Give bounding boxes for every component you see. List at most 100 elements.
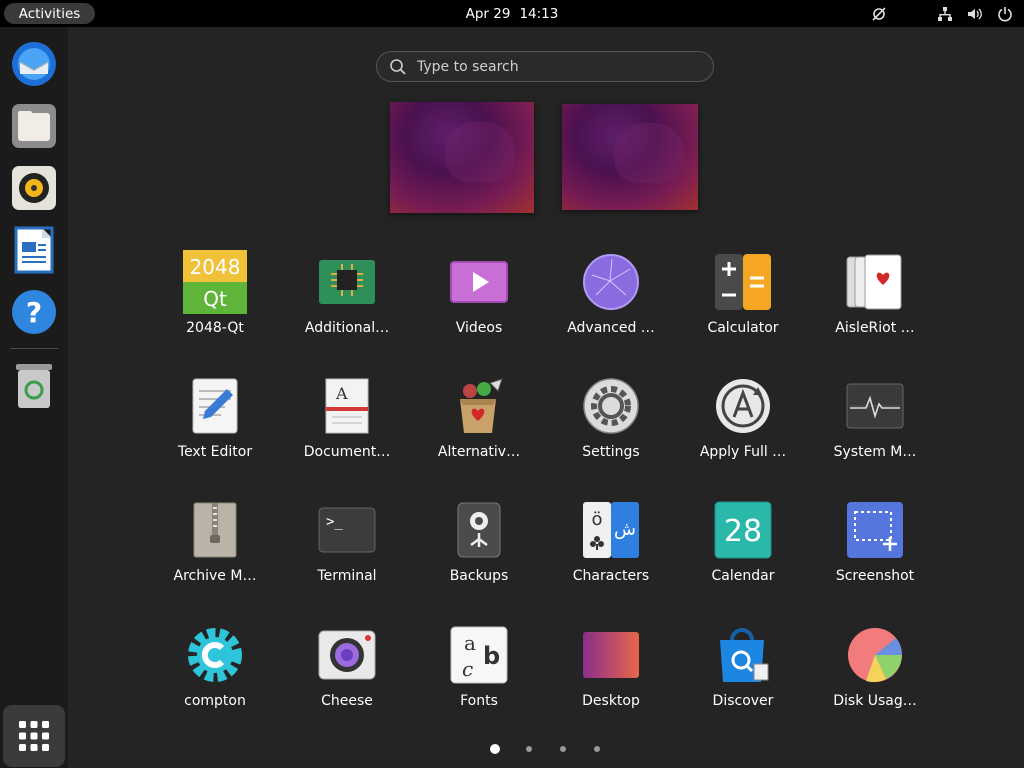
app-aisleriot[interactable]: AisleRiot … [813,250,937,360]
app-settings[interactable]: Settings [549,374,673,484]
2048-icon: 2048 Qt [183,250,247,314]
files-icon[interactable] [9,101,59,151]
show-apps-button[interactable] [3,705,65,767]
icon-calendar-day: 28 [724,514,762,549]
app-label: 2048-Qt [186,320,244,336]
search-bar[interactable] [376,51,714,82]
desktop-icon [579,623,643,687]
app-screenshot[interactable]: Screenshot [813,498,937,608]
app-2048-qt[interactable]: 2048 Qt 2048-Qt [153,250,277,360]
app-fonts[interactable]: a b c Fonts [417,623,541,733]
app-backups[interactable]: Backups [417,498,541,608]
app-label: Videos [455,320,503,336]
app-videos[interactable]: Videos [417,250,541,360]
app-additional-drivers[interactable]: Additional… [285,250,409,360]
characters-icon: ö ش [579,498,643,562]
volume-icon[interactable] [966,5,984,23]
app-label: Calendar [711,568,775,584]
settings-icon [579,374,643,438]
app-desktop[interactable]: Desktop [549,623,673,733]
page-indicator-2[interactable] [526,746,532,752]
app-calendar[interactable]: 28 Calendar [681,498,805,608]
app-label: Text Editor [177,444,253,460]
page-indicator-3[interactable] [560,746,566,752]
app-label: Characters [572,568,650,584]
trash-icon[interactable] [9,361,59,411]
app-label: Screenshot [835,568,915,584]
app-compton[interactable]: compton [153,623,277,733]
chip-icon [315,250,379,314]
app-text-editor[interactable]: Text Editor [153,374,277,484]
app-label: Additional… [304,320,390,336]
icon-fonts-c: c [462,657,473,681]
app-label: Backups [449,568,509,584]
alternatives-icon [447,374,511,438]
app-label: Terminal [317,568,377,584]
icon-characters-arabic: ش [614,519,636,540]
app-apply-full-upgrade[interactable]: Apply Full … [681,374,805,484]
backups-icon [447,498,511,562]
app-label: Settings [582,444,640,460]
workspace-thumbnail-1[interactable] [390,102,534,213]
cheese-icon [315,623,379,687]
app-discover[interactable]: Discover [681,623,805,733]
writer-icon[interactable] [9,225,59,275]
search-icon [390,58,406,75]
app-label: Apply Full … [699,444,787,460]
top-bar: Activities Apr 29 14:13 [0,0,1024,27]
icon-fonts-b: b [483,642,500,670]
app-label: Desktop [582,693,640,709]
upgrade-icon [711,374,775,438]
app-alternatives[interactable]: Alternativ… [417,374,541,484]
icon-doc-letter: A [335,384,348,403]
advanced-icon [579,250,643,314]
disk-usage-icon [843,623,907,687]
help-icon[interactable]: ? [9,287,59,337]
date-label[interactable]: Apr 29 [466,6,511,22]
app-label: Archive M… [173,568,257,584]
workspace-thumbnail-2[interactable] [562,104,698,210]
page-indicator-1[interactable] [490,744,500,754]
system-monitor-icon [843,374,907,438]
calculator-icon [711,250,775,314]
activities-button[interactable]: Activities [4,3,95,24]
network-icon[interactable] [936,5,954,23]
icon-terminal-prompt: >_ [326,514,343,530]
cards-icon [843,250,907,314]
app-label: Document… [303,444,391,460]
compton-icon [183,623,247,687]
app-advanced[interactable]: Advanced … [549,250,673,360]
app-label: Calculator [707,320,779,336]
app-cheese[interactable]: Cheese [285,623,409,733]
app-characters[interactable]: ö ش Characters [549,498,673,608]
discover-icon [711,623,775,687]
dock: ? [0,27,68,768]
thunderbird-icon[interactable] [9,39,59,89]
document-viewer-icon: A [315,374,379,438]
app-system-monitor[interactable]: System M… [813,374,937,484]
app-calculator[interactable]: Calculator [681,250,805,360]
app-label: Disk Usag… [833,693,917,709]
search-input[interactable] [415,57,699,76]
app-grid-icon [19,721,49,751]
app-label: System M… [833,444,917,460]
app-archive-manager[interactable]: Archive M… [153,498,277,608]
app-label: compton [184,693,246,709]
app-document-viewer[interactable]: A Document… [285,374,409,484]
app-disk-usage[interactable]: Disk Usag… [813,623,937,733]
app-label: Discover [712,693,774,709]
screenshot-icon [843,498,907,562]
app-label: AisleRiot … [835,320,915,336]
text-editor-icon [183,374,247,438]
app-terminal[interactable]: >_ Terminal [285,498,409,608]
time-label[interactable]: 14:13 [519,6,558,22]
icon-2048-text: 2048 [190,255,241,279]
accessibility-off-icon[interactable] [870,5,888,23]
app-label: Advanced … [567,320,655,336]
icon-fonts-a: a [464,631,476,655]
system-tray[interactable] [870,0,1014,27]
rhythmbox-icon[interactable] [9,163,59,213]
power-icon[interactable] [996,5,1014,23]
page-indicator-4[interactable] [594,746,600,752]
icon-characters-latin: ö [591,509,602,530]
